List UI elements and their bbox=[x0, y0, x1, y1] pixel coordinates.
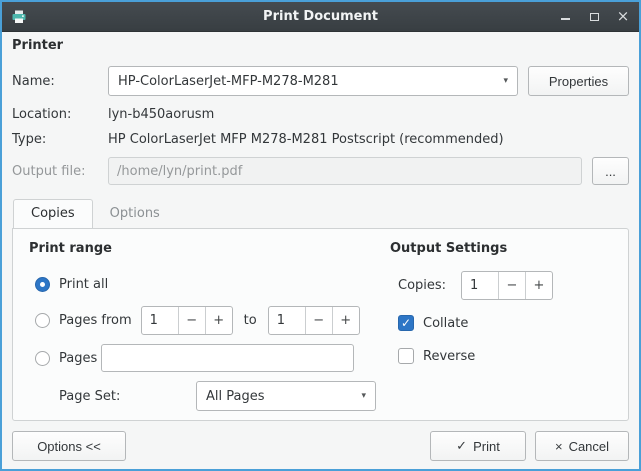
chevron-down-icon: ▾ bbox=[361, 391, 366, 401]
close-button[interactable]: × bbox=[616, 10, 630, 24]
type-value: HP ColorLaserJet MFP M278-M281 Postscrip… bbox=[108, 132, 504, 147]
location-value: lyn-b450aorusm bbox=[108, 107, 214, 122]
to-label: to bbox=[244, 313, 257, 328]
dialog-footer: Options << ✓ Print × Cancel bbox=[12, 431, 629, 461]
minimize-icon bbox=[561, 18, 570, 20]
print-all-label[interactable]: Print all bbox=[59, 277, 108, 292]
plus-icon[interactable]: + bbox=[525, 272, 552, 299]
collate-row: ✓ Collate bbox=[398, 312, 612, 334]
print-all-radio[interactable] bbox=[35, 277, 50, 292]
maximize-icon bbox=[590, 13, 599, 21]
page-set-row: Page Set: All Pages ▾ bbox=[35, 381, 376, 411]
printer-name-combobox[interactable]: HP-ColorLaserJet-MFP-M278-M281 ▾ bbox=[108, 66, 518, 96]
tab-copies[interactable]: Copies bbox=[13, 199, 93, 229]
page-set-label: Page Set: bbox=[59, 389, 120, 404]
printer-app-icon[interactable] bbox=[11, 9, 27, 25]
options-toggle-button[interactable]: Options << bbox=[12, 431, 126, 461]
titlebar[interactable]: Print Document × bbox=[2, 2, 639, 32]
tab-options[interactable]: Options bbox=[93, 200, 177, 228]
print-all-row: Print all bbox=[35, 271, 376, 297]
minus-icon[interactable]: − bbox=[498, 272, 525, 299]
pages-from-label[interactable]: Pages from bbox=[59, 313, 132, 328]
printer-location-row: Location: lyn-b450aorusm bbox=[12, 103, 629, 125]
maximize-button[interactable] bbox=[587, 10, 601, 24]
window-title: Print Document bbox=[2, 9, 639, 24]
check-icon: ✓ bbox=[456, 438, 467, 454]
copies-row: Copies: 1 − + bbox=[398, 271, 612, 300]
close-icon: × bbox=[617, 9, 630, 24]
cancel-button-label: Cancel bbox=[569, 439, 609, 454]
close-icon: × bbox=[555, 439, 563, 454]
page-set-combobox[interactable]: All Pages ▾ bbox=[196, 381, 376, 411]
properties-button[interactable]: Properties bbox=[528, 66, 629, 96]
print-button-label: Print bbox=[473, 439, 500, 454]
reverse-label[interactable]: Reverse bbox=[423, 349, 475, 364]
pages-to-value[interactable]: 1 bbox=[269, 307, 305, 334]
print-range-group: Print range Print all Pages from 1 − + t… bbox=[29, 241, 390, 412]
pages-to-spinner: 1 − + bbox=[268, 306, 360, 335]
copies-tab-panel: Print range Print all Pages from 1 − + t… bbox=[12, 228, 629, 421]
pages-from-value[interactable]: 1 bbox=[142, 307, 178, 334]
output-settings-heading: Output Settings bbox=[390, 241, 612, 259]
dialog-content: Printer Name: HP-ColorLaserJet-MFP-M278-… bbox=[2, 32, 639, 469]
copies-label: Copies: bbox=[398, 278, 453, 293]
printer-name-value: HP-ColorLaserJet-MFP-M278-M281 bbox=[118, 74, 497, 89]
pages-from-radio[interactable] bbox=[35, 313, 50, 328]
pages-row: Pages bbox=[35, 344, 376, 372]
location-label: Location: bbox=[12, 107, 108, 122]
output-file-label: Output file: bbox=[12, 164, 108, 179]
printer-section-heading: Printer bbox=[12, 38, 629, 58]
collate-label[interactable]: Collate bbox=[423, 316, 468, 331]
minimize-button[interactable] bbox=[558, 10, 572, 24]
output-settings-group: Output Settings Copies: 1 − + ✓ Collate … bbox=[390, 241, 612, 412]
printer-name-label: Name: bbox=[12, 74, 108, 89]
copies-value[interactable]: 1 bbox=[462, 272, 498, 299]
print-button[interactable]: ✓ Print bbox=[430, 431, 526, 461]
minus-icon[interactable]: − bbox=[305, 307, 332, 334]
print-dialog-window: Print Document × Printer Name: HP-ColorL… bbox=[0, 0, 641, 471]
plus-icon[interactable]: + bbox=[332, 307, 359, 334]
printer-name-row: Name: HP-ColorLaserJet-MFP-M278-M281 ▾ P… bbox=[12, 66, 629, 96]
collate-checkbox[interactable]: ✓ bbox=[398, 315, 414, 331]
pages-field[interactable] bbox=[101, 344, 354, 372]
check-icon: ✓ bbox=[401, 317, 411, 329]
printer-type-row: Type: HP ColorLaserJet MFP M278-M281 Pos… bbox=[12, 128, 629, 150]
reverse-row: Reverse bbox=[398, 345, 612, 367]
print-range-heading: Print range bbox=[29, 241, 376, 259]
copies-spinner: 1 − + bbox=[461, 271, 553, 300]
minus-icon[interactable]: − bbox=[178, 307, 205, 334]
cancel-button[interactable]: × Cancel bbox=[535, 431, 629, 461]
pages-label[interactable]: Pages bbox=[59, 351, 97, 366]
browse-button[interactable]: ... bbox=[592, 157, 629, 185]
type-label: Type: bbox=[12, 132, 108, 147]
pages-from-spinner: 1 − + bbox=[141, 306, 233, 335]
chevron-down-icon: ▾ bbox=[503, 76, 508, 86]
plus-icon[interactable]: + bbox=[205, 307, 232, 334]
output-file-row: Output file: ... bbox=[12, 156, 629, 186]
reverse-checkbox[interactable] bbox=[398, 348, 414, 364]
pages-from-row: Pages from 1 − + to 1 − + bbox=[35, 306, 376, 335]
pages-radio[interactable] bbox=[35, 351, 50, 366]
output-file-field bbox=[108, 157, 582, 185]
tab-bar: Copies Options bbox=[12, 197, 629, 228]
page-set-value: All Pages bbox=[206, 389, 355, 404]
